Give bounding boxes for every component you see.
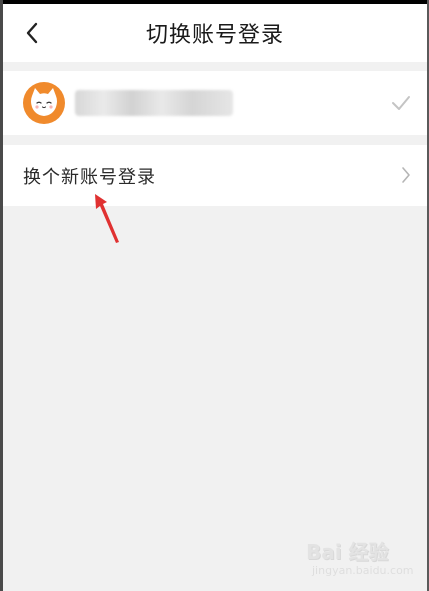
watermark-sub: jingyan.baidu.com [312, 564, 414, 577]
annotation-arrow-icon [95, 194, 119, 243]
back-arrow-icon [26, 22, 38, 44]
page-title: 切换账号登录 [145, 23, 284, 48]
check-icon [392, 96, 410, 110]
chevron-right-icon [402, 167, 410, 183]
switch-to-new-account-row[interactable]: 换个新账号登录 [3, 145, 427, 206]
watermark: Bai 经验 jingyan.baidu.com [306, 536, 418, 582]
account-name-blurred: ████████ [75, 90, 233, 116]
current-account-row[interactable]: ████████ [3, 71, 427, 135]
back-button[interactable] [17, 16, 47, 50]
watermark-main: Bai 经验 [306, 540, 389, 564]
avatar [23, 82, 65, 124]
cat-avatar-icon [23, 82, 65, 124]
header-bar: 切换账号登录 [3, 4, 427, 62]
